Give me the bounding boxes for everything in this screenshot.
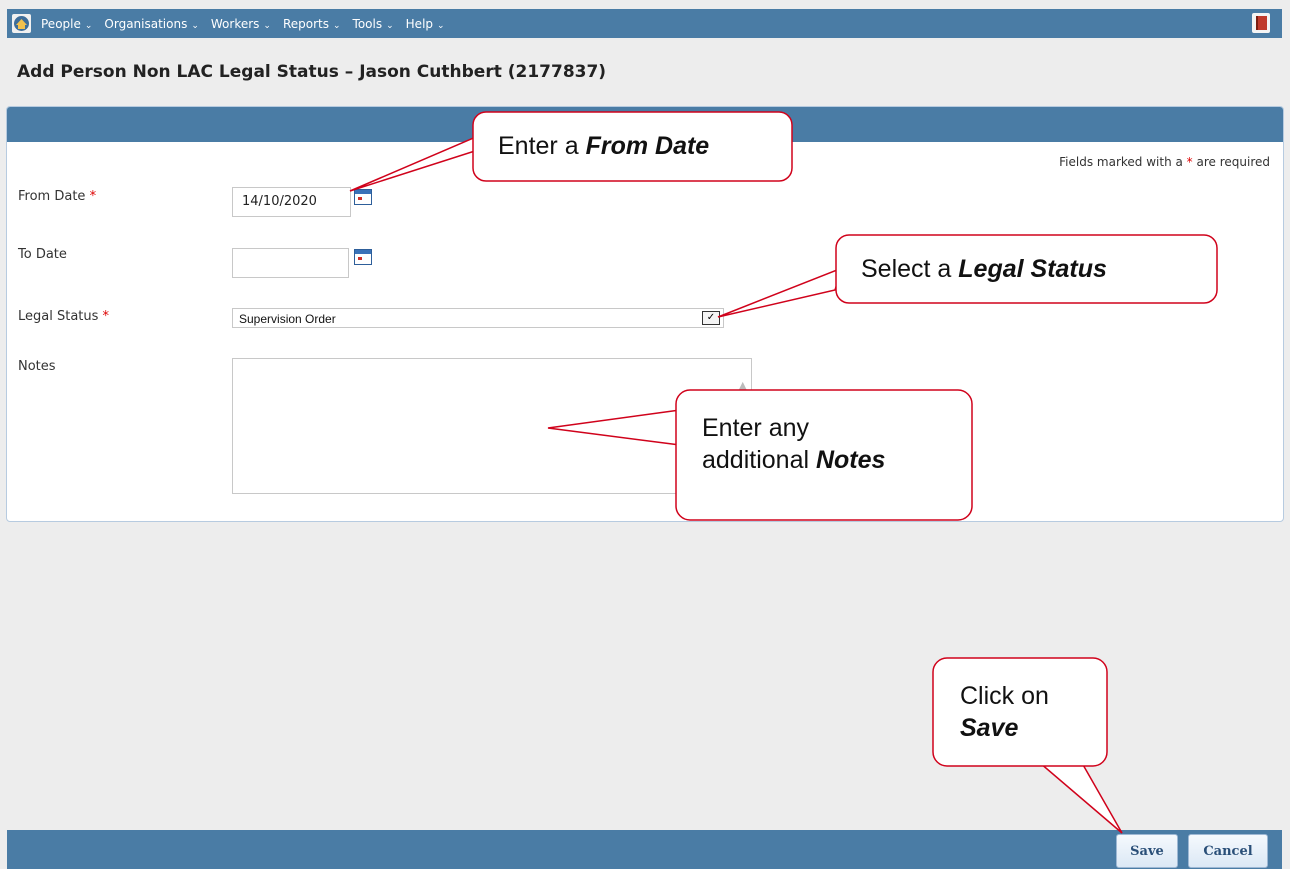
page-title: Add Person Non LAC Legal Status – Jason … <box>17 62 607 82</box>
required-fields-note: Fields marked with a * are required <box>1059 155 1270 169</box>
nav-workers[interactable]: Workers ⌄ <box>211 17 271 31</box>
notes-textarea[interactable]: ▲ <box>232 358 752 494</box>
required-star: * <box>89 189 97 204</box>
to-date-input[interactable] <box>232 248 349 278</box>
calendar-icon[interactable] <box>354 189 372 205</box>
to-date-label: To Date <box>18 247 67 262</box>
callout-pointer <box>1037 762 1123 834</box>
nav-tools[interactable]: Tools ⌄ <box>353 17 394 31</box>
callout-legal-status: Select a Legal Status <box>861 255 1107 283</box>
callout-save: Click on Save <box>960 682 1049 742</box>
required-star: * <box>102 309 110 324</box>
chevron-down-icon: ⌄ <box>386 20 394 31</box>
callout-from-date: Enter a From Date <box>498 132 710 160</box>
legal-status-label: Legal Status * <box>18 309 110 324</box>
chevron-down-icon: ⌄ <box>333 20 341 31</box>
home-icon[interactable] <box>12 14 31 33</box>
nav-people[interactable]: People ⌄ <box>41 17 92 31</box>
nav-reports[interactable]: Reports ⌄ <box>283 17 341 31</box>
exit-door-icon[interactable] <box>1252 13 1270 33</box>
callout-notes: Enter any additional Notes <box>702 414 886 474</box>
cancel-button[interactable]: Cancel <box>1188 834 1268 868</box>
main-nav: People ⌄ Organisations ⌄ Workers ⌄ Reports ⌄… <box>41 9 457 38</box>
nav-help[interactable]: Help ⌄ <box>406 17 445 31</box>
save-button[interactable]: Save <box>1116 834 1178 868</box>
form-panel: Fields marked with a * are required From… <box>6 106 1284 522</box>
from-date-input[interactable]: 14/10/2020 <box>232 187 351 217</box>
calendar-icon[interactable] <box>354 249 372 265</box>
scroll-up-icon[interactable]: ▲ <box>739 379 747 392</box>
chevron-down-icon: ⌄ <box>437 20 445 31</box>
top-menu-bar: People ⌄ Organisations ⌄ Workers ⌄ Reports ⌄… <box>7 9 1282 38</box>
legal-status-select[interactable]: Supervision Order ✓ <box>232 308 724 328</box>
chevron-down-icon: ⌄ <box>191 20 199 31</box>
from-date-label: From Date * <box>18 189 97 204</box>
chevron-down-icon: ⌄ <box>84 20 93 31</box>
legal-status-value: Supervision Order <box>239 312 336 326</box>
notes-label: Notes <box>18 359 56 374</box>
chevron-down-icon[interactable]: ✓ <box>702 311 720 325</box>
nav-organisations[interactable]: Organisations ⌄ <box>104 17 198 31</box>
bottom-action-bar: Save Cancel <box>7 830 1282 869</box>
chevron-down-icon: ⌄ <box>263 20 271 31</box>
